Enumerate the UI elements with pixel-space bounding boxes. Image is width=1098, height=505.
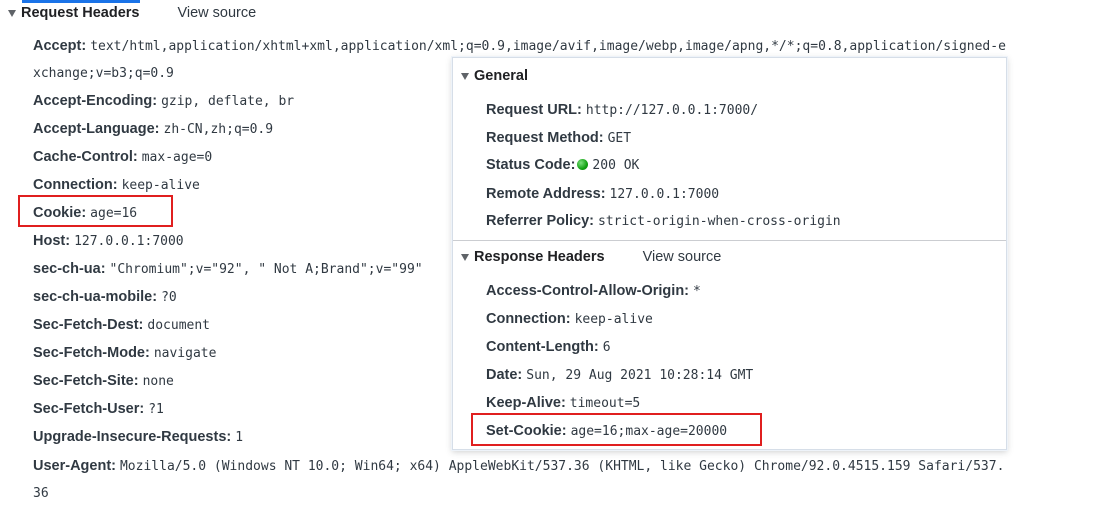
- response-row-connection: Connection: keep-alive: [486, 311, 653, 327]
- response-row-access-control-allow-origin: Access-Control-Allow-Origin: *: [486, 283, 701, 299]
- header-row-upgrade-insecure-requests: Upgrade-Insecure-Requests: 1: [33, 429, 244, 445]
- header-row-user-agent: User-Agent: Mozilla/5.0 (Windows NT 10.0;…: [33, 458, 1005, 474]
- response-headers-title: Response Headers: [474, 249, 605, 265]
- active-tab-indicator: [22, 0, 140, 3]
- response-headers-toggle[interactable]: Response Headers View source: [461, 249, 721, 265]
- header-value-continuation: 36: [33, 486, 49, 501]
- response-view-source-link[interactable]: View source: [643, 249, 722, 265]
- collapse-triangle-icon: [8, 9, 16, 17]
- general-title: General: [474, 68, 528, 84]
- request-view-source-link[interactable]: View source: [177, 5, 256, 21]
- response-row-date: Date: Sun, 29 Aug 2021 10:28:14 GMT: [486, 367, 754, 383]
- general-row-referrer-policy: Referrer Policy: strict-origin-when-cross…: [486, 213, 841, 229]
- header-row-cookie: Cookie: age=16: [33, 205, 138, 221]
- response-row-set-cookie: Set-Cookie: age=16;max-age=20000: [486, 423, 728, 439]
- header-row-sec-fetch-mode: Sec-Fetch-Mode: navigate: [33, 345, 217, 361]
- request-headers-toggle[interactable]: Request Headers View source: [8, 5, 256, 21]
- general-toggle[interactable]: General: [461, 68, 528, 84]
- section-divider: [453, 240, 1006, 241]
- header-value: text/html,application/xhtml+xml,applicat…: [90, 39, 1006, 54]
- header-key: Accept:: [33, 38, 87, 54]
- general-row-remote-address: Remote Address: 127.0.0.1:7000: [486, 186, 720, 202]
- collapse-triangle-icon: [461, 72, 469, 80]
- header-row-sec-ch-ua: sec-ch-ua: "Chromium";v="92", " Not A;Bra…: [33, 261, 423, 277]
- header-row-host: Host: 127.0.0.1:7000: [33, 233, 184, 249]
- header-row-connection: Connection: keep-alive: [33, 177, 200, 193]
- general-row-request-url: Request URL: http://127.0.0.1:7000/: [486, 102, 759, 118]
- header-row-accept: Accept: text/html,application/xhtml+xml,a…: [33, 34, 1006, 56]
- header-row-sec-fetch-site: Sec-Fetch-Site: none: [33, 373, 174, 389]
- response-row-keep-alive: Keep-Alive: timeout=5: [486, 395, 641, 411]
- header-row-cache-control: Cache-Control: max-age=0: [33, 149, 213, 165]
- header-value-continuation: xchange;v=b3;q=0.9: [33, 66, 174, 81]
- response-row-content-length: Content-Length: 6: [486, 339, 611, 355]
- collapse-triangle-icon: [461, 253, 469, 261]
- header-row-sec-fetch-dest: Sec-Fetch-Dest: document: [33, 317, 211, 333]
- request-headers-title: Request Headers: [21, 5, 140, 21]
- general-response-overlay-panel: General Request URL: http://127.0.0.1:700…: [452, 57, 1007, 450]
- status-ok-icon: [577, 159, 589, 170]
- header-row-accept-encoding: Accept-Encoding: gzip, deflate, br: [33, 93, 295, 109]
- header-row-sec-ch-ua-mobile: sec-ch-ua-mobile: ?0: [33, 289, 177, 305]
- header-row-accept-language: Accept-Language: zh-CN,zh;q=0.9: [33, 121, 274, 137]
- general-row-request-method: Request Method: GET: [486, 130, 632, 146]
- general-row-status-code: Status Code: 200 OK: [486, 157, 640, 173]
- header-row-sec-fetch-user: Sec-Fetch-User: ?1: [33, 401, 164, 417]
